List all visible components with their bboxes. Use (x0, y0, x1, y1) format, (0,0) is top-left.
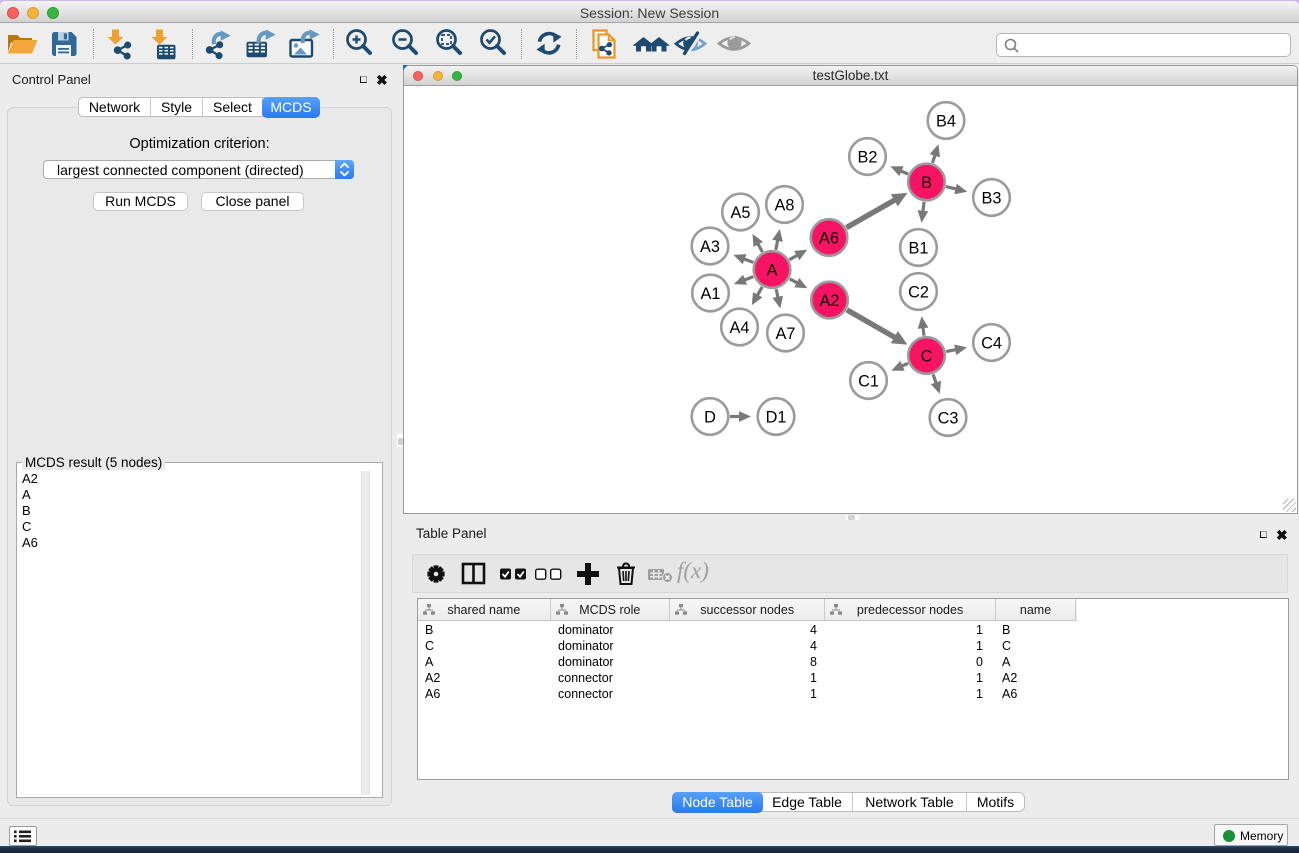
svg-text:C3: C3 (938, 410, 959, 428)
svg-text:B2: B2 (858, 149, 878, 167)
svg-text:B: B (921, 174, 932, 192)
svg-text:C2: C2 (908, 284, 929, 302)
svg-text:B3: B3 (982, 190, 1002, 208)
svg-text:A5: A5 (731, 204, 751, 222)
svg-text:D1: D1 (766, 409, 787, 427)
svg-text:A2: A2 (820, 292, 840, 310)
svg-text:A6: A6 (819, 230, 839, 248)
svg-text:B4: B4 (936, 113, 956, 131)
svg-text:A8: A8 (775, 197, 795, 215)
svg-text:A7: A7 (776, 325, 796, 343)
svg-text:D: D (704, 409, 716, 427)
svg-text:C4: C4 (981, 335, 1002, 353)
svg-text:C: C (921, 348, 933, 366)
svg-text:A1: A1 (701, 285, 721, 303)
svg-text:A3: A3 (700, 238, 720, 256)
svg-text:B1: B1 (909, 240, 929, 258)
svg-text:A: A (767, 262, 778, 280)
svg-text:A4: A4 (730, 319, 750, 337)
svg-text:C1: C1 (858, 373, 879, 391)
